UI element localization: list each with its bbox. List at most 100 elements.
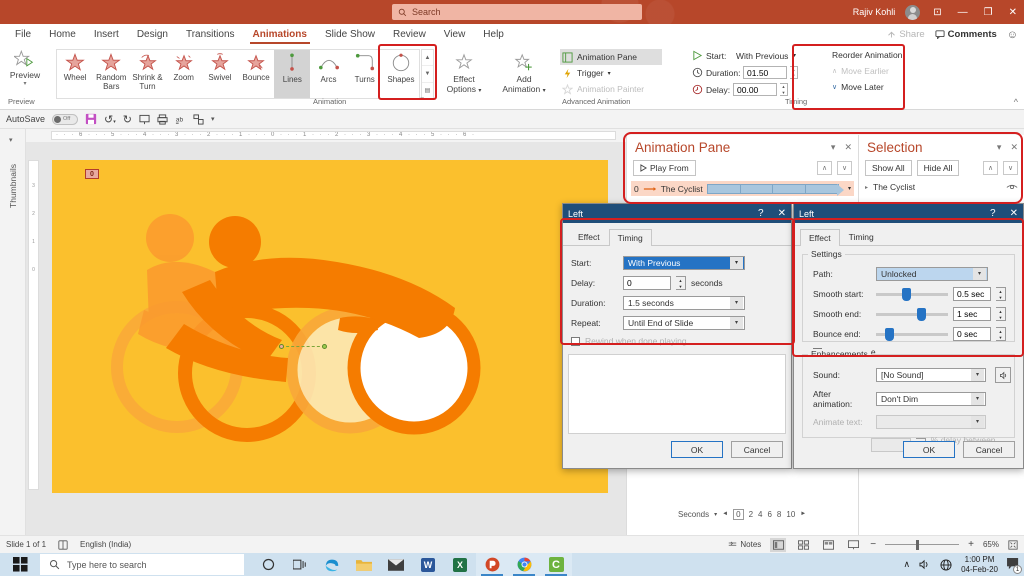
move-up-button[interactable]: ∧ — [817, 161, 832, 175]
trigger-button[interactable]: Trigger ▾ — [560, 65, 685, 81]
ok-button[interactable]: OK — [903, 441, 955, 458]
move-down-button[interactable]: ∨ — [837, 161, 852, 175]
effect-shapes[interactable]: Shapes — [383, 50, 419, 84]
pane-close-icon[interactable]: ✕ — [1010, 142, 1018, 153]
file-explorer-icon[interactable] — [348, 553, 380, 576]
task-view-icon[interactable] — [284, 553, 316, 576]
duration-spinner[interactable]: ▲ ▼ — [790, 66, 798, 79]
camtasia-icon[interactable]: C — [540, 553, 572, 576]
zoom-slider[interactable] — [885, 539, 960, 551]
chevron-down-icon[interactable]: ▾ — [730, 317, 743, 329]
tab-transitions[interactable]: Transitions — [177, 27, 244, 42]
effect-arcs[interactable]: Arcs — [310, 50, 346, 84]
effect-wheel[interactable]: Wheel — [57, 50, 93, 82]
effect-swivel[interactable]: Swivel — [202, 50, 238, 82]
share-button[interactable]: Share — [887, 29, 925, 40]
duration-dropdown[interactable]: 1.5 seconds ▾ — [623, 296, 745, 310]
chevron-down-icon[interactable]: ▾ — [971, 393, 984, 405]
pane-menu-icon[interactable]: ▾ — [997, 142, 1002, 153]
autosave-toggle[interactable]: Off — [52, 113, 79, 125]
collapse-ribbon-button[interactable]: ^ — [1014, 97, 1018, 107]
chevron-down-icon[interactable]: ▾ — [608, 70, 611, 77]
tab-file[interactable]: File — [6, 27, 40, 42]
gallery-scrollbar[interactable]: ▲ ▼ ▤ — [421, 49, 434, 99]
chevron-down-icon[interactable]: ▾ — [973, 268, 986, 280]
save-icon[interactable] — [85, 113, 97, 125]
comments-button[interactable]: Comments — [935, 29, 997, 40]
animation-pane-button[interactable]: Animation Pane — [560, 49, 662, 65]
animation-effect-gallery[interactable]: Wheel Random Bars Shrink & Turn Zoom Swi… — [56, 49, 420, 99]
delay-input[interactable] — [623, 276, 671, 290]
path-dropdown[interactable]: Unlocked ▾ — [876, 267, 988, 281]
close-icon[interactable]: ✕ — [778, 208, 786, 219]
smooth-end-slider[interactable] — [876, 307, 948, 321]
smooth-end-input[interactable] — [953, 307, 991, 321]
start-dropdown[interactable]: With Previous ▾ — [623, 256, 745, 270]
tray-chevron-icon[interactable]: ∧ — [903, 559, 910, 570]
taskbar-search-box[interactable]: Type here to search — [40, 554, 244, 575]
eye-icon[interactable] — [1006, 183, 1018, 191]
chevron-down-icon[interactable]: ▾ — [730, 297, 743, 309]
ribbon-display-options-icon[interactable]: ⊡ — [930, 7, 944, 18]
fit-to-window-icon[interactable] — [1008, 539, 1018, 550]
move-earlier-button[interactable]: ∧ Move Earlier — [832, 63, 952, 79]
selection-move-down-button[interactable]: ∨ — [1003, 161, 1018, 175]
notes-button[interactable]: Notes — [728, 540, 761, 549]
bounce-end-spinner[interactable]: ▲ ▼ — [996, 327, 1006, 341]
effect-bounce[interactable]: Bounce — [238, 50, 274, 82]
start-slideshow-icon[interactable] — [139, 114, 150, 125]
tab-view[interactable]: View — [435, 27, 475, 42]
animation-timeline-bar[interactable] — [706, 183, 844, 196]
accessibility-icon[interactable] — [58, 539, 68, 550]
timeline-next-icon[interactable]: ► — [800, 511, 806, 517]
redo-icon[interactable]: ↻ — [123, 113, 132, 126]
bounce-end-input[interactable] — [953, 327, 991, 341]
rewind-checkbox[interactable] — [571, 336, 580, 346]
delay-input[interactable] — [733, 83, 777, 96]
smooth-start-slider[interactable] — [876, 287, 948, 301]
language-label[interactable]: English (India) — [80, 540, 131, 549]
chevron-down-icon[interactable]: ▾ — [971, 369, 984, 381]
edge-icon[interactable] — [316, 553, 348, 576]
motion-path-start-handle[interactable] — [279, 344, 284, 349]
tab-help[interactable]: Help — [474, 27, 513, 42]
slider-thumb[interactable] — [885, 328, 894, 341]
timeline-prev-icon[interactable]: ◄ — [722, 511, 728, 517]
tab-design[interactable]: Design — [128, 27, 177, 42]
zoom-in-button[interactable]: + — [968, 539, 974, 550]
animation-painter-button[interactable]: Animation Painter — [560, 81, 685, 97]
add-animation-button[interactable]: Add Animation ▾ — [500, 53, 548, 94]
tab-timing[interactable]: Timing — [608, 229, 652, 246]
tab-animations[interactable]: Animations — [244, 27, 316, 44]
tab-effect[interactable]: Effect — [569, 228, 609, 245]
thumbnails-rail[interactable]: ▾ Thumbnails — [0, 129, 26, 535]
animation-item-menu-icon[interactable]: ▾ — [848, 185, 851, 192]
gallery-scroll-up-icon[interactable]: ▲ — [422, 50, 433, 67]
notification-button[interactable]: 1 — [1007, 557, 1022, 574]
delay-spinner[interactable]: ▲ ▼ — [780, 83, 788, 96]
close-icon[interactable]: ✕ — [1010, 208, 1018, 219]
close-button[interactable]: ✕ — [1006, 7, 1020, 18]
tab-slide-show[interactable]: Slide Show — [316, 27, 384, 42]
sound-dropdown[interactable]: [No Sound] ▾ — [876, 368, 986, 382]
view-normal-button[interactable] — [770, 537, 787, 552]
tray-clock[interactable]: 1:00 PM 04-Feb-20 — [961, 555, 998, 575]
chevron-down-icon[interactable]: ▾ — [730, 257, 743, 269]
gallery-scroll-down-icon[interactable]: ▼ — [422, 66, 433, 83]
restore-button[interactable]: ❐ — [981, 7, 996, 18]
cortana-icon[interactable] — [252, 553, 284, 576]
effect-turns[interactable]: Turns — [347, 50, 383, 84]
slider-thumb[interactable] — [917, 308, 926, 321]
pane-menu-icon[interactable]: ▾ — [831, 142, 836, 153]
preview-caret-icon[interactable]: ▾ — [2, 80, 48, 87]
slide-editing-area[interactable]: 0 — [52, 160, 608, 493]
tab-home[interactable]: Home — [40, 27, 85, 42]
preview-button[interactable]: Preview ▾ — [2, 47, 48, 87]
selection-list-item[interactable]: ▸ The Cyclist — [859, 179, 1024, 195]
animation-pane-item[interactable]: 0 The Cyclist ▾ — [631, 181, 854, 196]
volume-icon[interactable] — [919, 559, 931, 570]
view-sorter-button[interactable] — [795, 538, 811, 552]
seconds-caret-icon[interactable]: ▾ — [714, 511, 717, 518]
motion-path-selection[interactable] — [279, 344, 327, 349]
show-all-button[interactable]: Show All — [865, 160, 912, 176]
